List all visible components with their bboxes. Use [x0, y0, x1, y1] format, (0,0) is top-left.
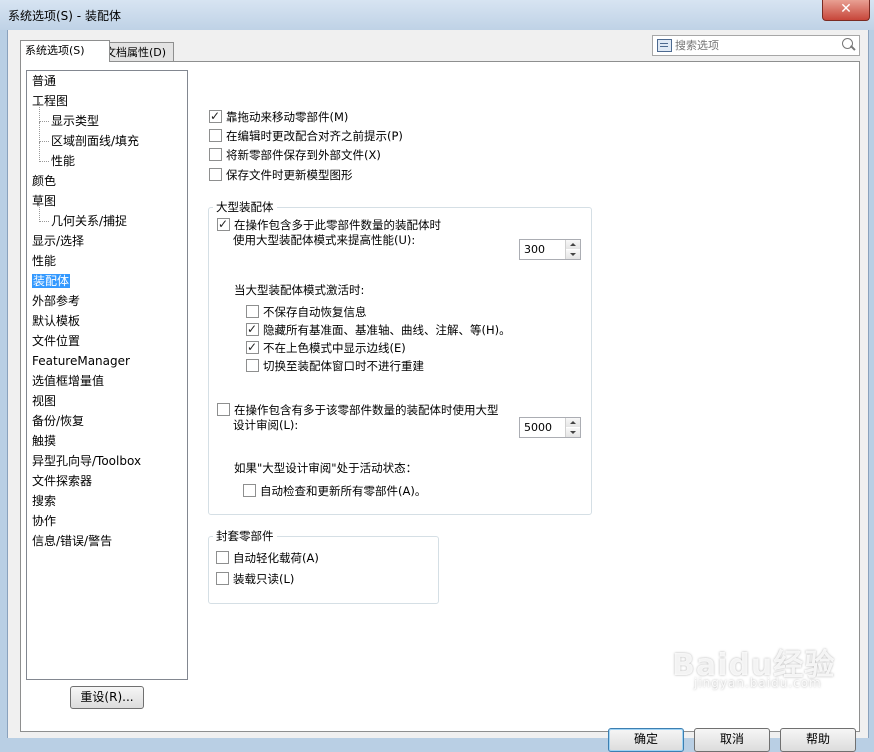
tree-item-external-references[interactable]: 外部参考	[32, 292, 80, 310]
tree-item-backup-recover[interactable]: 备份/恢复	[32, 412, 84, 430]
close-icon: ✕	[840, 1, 852, 17]
option-prompt-align[interactable]: 在编辑时更改配合对齐之前提示(P)	[209, 127, 403, 145]
tree-item-display-style[interactable]: 显示类型	[38, 102, 99, 130]
option-no-autorecover[interactable]: 不保存自动恢复信息	[246, 303, 367, 321]
tree-item-collaboration[interactable]: 协作	[32, 512, 56, 530]
use-large-assembly-mode-checkbox[interactable]	[217, 215, 230, 233]
tree-item-default-templates[interactable]: 默认模板	[32, 312, 80, 330]
large-assembly-mode-label-line2: 使用大型装配体模式来提高性能(U):	[233, 233, 416, 247]
option-drag-move[interactable]: 靠拖动来移动零部件(M)	[209, 107, 348, 126]
tree-item-general[interactable]: 普通	[32, 72, 56, 90]
close-window-button[interactable]: ✕	[822, 0, 870, 21]
tree-item-file-locations[interactable]: 文件位置	[32, 332, 80, 350]
use-large-design-review-checkbox[interactable]	[217, 403, 230, 416]
tree-item-touch[interactable]: 触摸	[32, 432, 56, 450]
ok-button[interactable]: 确定	[608, 728, 684, 752]
large-assembly-threshold-input[interactable]	[522, 241, 566, 258]
spin-down-icon[interactable]	[566, 250, 580, 259]
large-assembly-threshold-spinner[interactable]	[519, 239, 581, 260]
options-list-icon	[657, 39, 672, 52]
load-readonly-checkbox[interactable]	[216, 572, 229, 585]
auto-lightweight-checkbox[interactable]	[216, 551, 229, 564]
baidu-watermark-url: jingyan.baidu.com	[694, 676, 822, 690]
tree-item-search[interactable]: 搜索	[32, 492, 56, 510]
option-load-readonly[interactable]: 装载只读(L)	[216, 570, 294, 588]
drag-move-checkbox[interactable]	[209, 107, 222, 125]
option-no-edges[interactable]: 不在上色模式中显示边线(E)	[246, 338, 406, 357]
tree-item-display-selection[interactable]: 显示/选择	[32, 232, 84, 250]
tab-system-options[interactable]: 系统选项(S)	[20, 40, 110, 62]
cancel-button[interactable]: 取消	[694, 728, 770, 752]
option-save-external[interactable]: 将新零部件保存到外部文件(X)	[209, 146, 381, 164]
spin-up-icon[interactable]	[566, 240, 580, 249]
search-options-box[interactable]	[652, 35, 860, 56]
dialog-client: 系统选项(S) 文档属性(D) 普通 工程图 显示类型 区域剖面线/填充 性能 …	[7, 30, 869, 752]
tree-item-featuremanager[interactable]: FeatureManager	[32, 352, 130, 370]
no-autorecover-checkbox[interactable]	[246, 305, 259, 318]
save-external-checkbox[interactable]	[209, 148, 222, 161]
tree-item-view[interactable]: 视图	[32, 392, 56, 410]
window-title: 系统选项(S) - 装配体	[8, 9, 121, 23]
tree-item-drawing-performance[interactable]: 性能	[38, 142, 75, 170]
large-design-review-label-line2: 设计审阅(L):	[233, 418, 299, 432]
tree-item-drawings[interactable]: 工程图	[32, 92, 68, 110]
option-hide-planes[interactable]: 隐藏所有基准面、基准轴、曲线、注解、等(H)。	[246, 320, 511, 339]
hide-planes-checkbox[interactable]	[246, 320, 259, 338]
tree-item-performance[interactable]: 性能	[32, 252, 56, 270]
option-auto-check-update[interactable]: 自动检查和更新所有零部件(A)。	[243, 482, 426, 500]
spin-down-icon[interactable]	[566, 428, 580, 437]
option-no-rebuild[interactable]: 切换至装配体窗口时不进行重建	[246, 357, 424, 375]
tree-item-spin-box-increments[interactable]: 选值框增量值	[32, 372, 104, 390]
large-assembly-group-label: 大型装配体	[213, 200, 277, 214]
tree-item-colors[interactable]: 颜色	[32, 172, 56, 190]
when-active-label: 当大型装配体模式激活时:	[234, 283, 365, 297]
options-tree[interactable]: 普通 工程图 显示类型 区域剖面线/填充 性能 颜色 草图 几何关系/捕捉 显示…	[26, 70, 188, 680]
spin-up-icon[interactable]	[566, 418, 580, 427]
help-button[interactable]: 帮助	[780, 728, 856, 752]
tree-item-file-explorer[interactable]: 文件探索器	[32, 472, 92, 490]
large-design-review-threshold-spinner[interactable]	[519, 417, 581, 438]
tree-item-messages-errors-warnings[interactable]: 信息/错误/警告	[32, 532, 112, 550]
search-input[interactable]	[673, 37, 837, 54]
no-edges-checkbox[interactable]	[246, 338, 259, 356]
option-auto-lightweight[interactable]: 自动轻化载荷(A)	[216, 549, 319, 567]
update-graphics-checkbox[interactable]	[209, 168, 222, 181]
tree-item-assemblies[interactable]: 装配体	[32, 272, 71, 290]
prompt-align-checkbox[interactable]	[209, 129, 222, 142]
large-design-review-threshold-input[interactable]	[522, 419, 566, 436]
search-icon[interactable]	[842, 38, 853, 49]
envelope-group-label: 封套零部件	[213, 529, 277, 543]
options-panel: 普通 工程图 显示类型 区域剖面线/填充 性能 颜色 草图 几何关系/捕捉 显示…	[20, 61, 860, 732]
review-active-label: 如果"大型设计审阅"处于活动状态：	[234, 461, 418, 475]
tree-item-area-hatch[interactable]: 区域剖面线/填充	[38, 122, 139, 150]
tab-document-properties[interactable]: 文档属性(D)	[100, 42, 174, 62]
tree-item-relations-snaps[interactable]: 几何关系/捕捉	[38, 202, 127, 230]
reset-button[interactable]: 重设(R)...	[70, 686, 144, 709]
auto-check-update-checkbox[interactable]	[243, 484, 256, 497]
window-titlebar: 系统选项(S) - 装配体 ✕	[0, 0, 874, 30]
option-update-graphics[interactable]: 保存文件时更新模型图形	[209, 166, 353, 184]
tree-item-hole-wizard-toolbox[interactable]: 异型孔向导/Toolbox	[32, 452, 141, 470]
no-rebuild-checkbox[interactable]	[246, 359, 259, 372]
